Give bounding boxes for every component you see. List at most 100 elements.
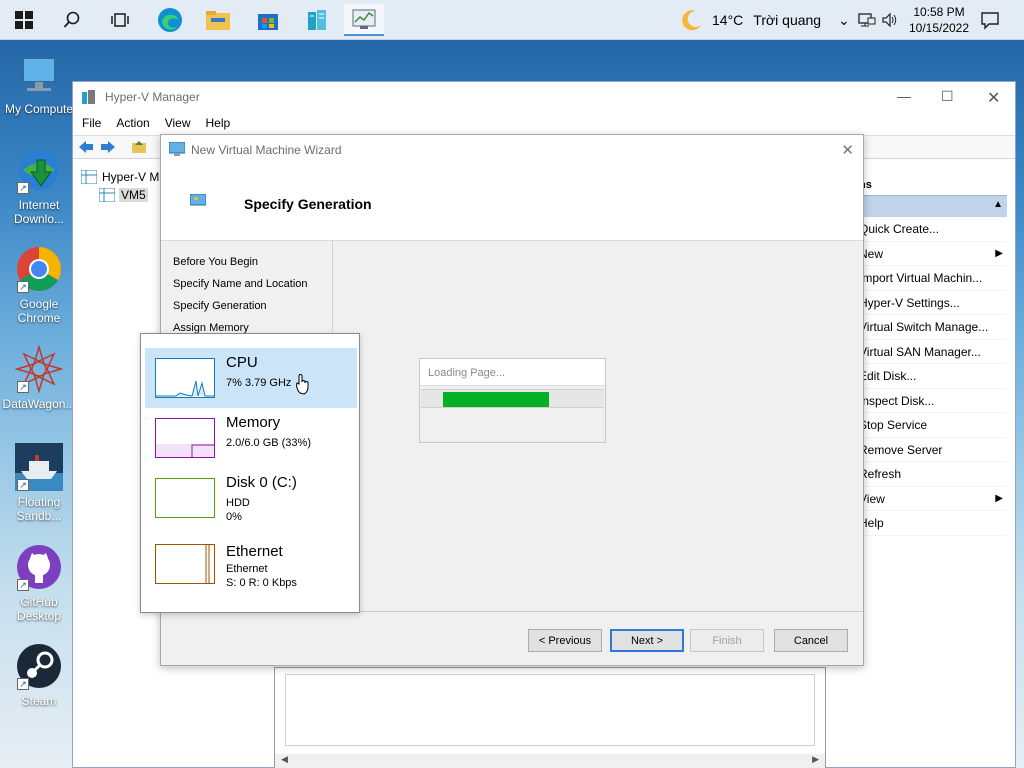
hyperv-title-bar[interactable]: Hyper-V Manager — ☐ ✕ xyxy=(73,82,1015,112)
desktop-icon-my-computer[interactable]: My Compute xyxy=(0,50,78,116)
perf-item-ethernet[interactable]: Ethernet Ethernet S: 0 R: 0 Kbps xyxy=(145,534,357,594)
close-button[interactable]: ✕ xyxy=(987,88,1000,108)
volume-icon[interactable] xyxy=(881,12,899,28)
maximize-button[interactable]: ☐ xyxy=(941,88,954,105)
minimize-button[interactable]: — xyxy=(897,88,911,104)
taskbar: 14°C Trời quang ⌄ 10:58 PM 10/15/2022 xyxy=(0,0,1024,40)
wizard-header: Specify Generation xyxy=(161,165,863,241)
forward-arrow-icon[interactable] xyxy=(100,140,116,154)
memory-graph xyxy=(155,418,215,458)
actions-section-bar[interactable]: ▲ xyxy=(859,195,1007,217)
weather-temp: 14°C xyxy=(712,12,744,28)
step-generation[interactable]: Specify Generation xyxy=(173,300,267,312)
wizard-title: New Virtual Machine Wizard xyxy=(191,143,342,157)
steam-icon: ↗ xyxy=(15,642,63,690)
shortcut-arrow-icon: ↗ xyxy=(17,381,29,393)
action-import-vm[interactable]: Import Virtual Machin... xyxy=(859,266,1007,291)
search-button[interactable] xyxy=(52,4,92,36)
desktop-icon-github-desktop[interactable]: ↗ GitHub Desktop xyxy=(0,543,78,623)
wizard-footer: < Previous Next > Finish Cancel xyxy=(161,611,863,665)
details-area xyxy=(285,674,815,746)
action-help[interactable]: Help xyxy=(859,511,1007,536)
windows-logo-icon xyxy=(15,11,33,29)
step-name-location[interactable]: Specify Name and Location xyxy=(173,278,308,290)
back-arrow-icon[interactable] xyxy=(78,140,94,154)
menu-action[interactable]: Action xyxy=(116,116,149,130)
submenu-arrow-icon: ▶ xyxy=(995,492,1003,504)
action-remove-server[interactable]: Remove Server xyxy=(859,438,1007,462)
menu-help[interactable]: Help xyxy=(206,116,231,130)
clock-date: 10/15/2022 xyxy=(908,21,970,35)
desktop-icon-chrome[interactable]: ↗ Google Chrome xyxy=(0,245,78,325)
horizontal-scrollbar[interactable]: ◀ ▶ xyxy=(275,754,825,768)
server-icon xyxy=(99,188,115,202)
action-hyperv-settings[interactable]: Hyper-V Settings... xyxy=(859,291,1007,315)
chevron-up-icon[interactable]: ⌄ xyxy=(838,12,850,29)
collapse-arrow-icon[interactable]: ▲ xyxy=(993,199,1003,210)
idm-icon: ↗ xyxy=(15,146,63,194)
action-new[interactable]: New ▶ xyxy=(859,242,1007,266)
tree-root[interactable]: Hyper-V M xyxy=(81,168,159,186)
menu-view[interactable]: View xyxy=(165,116,191,130)
previous-button[interactable]: < Previous xyxy=(528,629,602,652)
action-view[interactable]: View ▶ xyxy=(859,487,1007,511)
perf-detail: 7% 3.79 GHz xyxy=(226,377,292,389)
next-button[interactable]: Next > xyxy=(610,629,684,652)
perf-name: Ethernet xyxy=(226,543,283,560)
action-edit-disk[interactable]: Edit Disk... xyxy=(859,364,1007,389)
actions-pane: ns ▲ Quick Create... New ▶ Import Virtual… xyxy=(859,175,1007,536)
wizard-title-bar[interactable]: New Virtual Machine Wizard ✕ xyxy=(161,135,863,165)
tree-vm5[interactable]: VM5 xyxy=(99,186,159,204)
up-folder-icon[interactable] xyxy=(131,140,147,154)
network-icon[interactable] xyxy=(858,12,876,28)
clock[interactable]: 10:58 PM 10/15/2022 xyxy=(906,4,972,36)
shortcut-arrow-icon: ↗ xyxy=(17,479,29,491)
desktop-icon-internet-download[interactable]: ↗ Internet Downlo... xyxy=(0,146,78,226)
edge-taskbar-button[interactable] xyxy=(150,4,190,36)
perf-item-memory[interactable]: Memory 2.0/6.0 GB (33%) xyxy=(145,408,357,468)
hyperv-taskbar-button[interactable] xyxy=(297,4,337,36)
ethernet-graph xyxy=(155,544,215,584)
desktop-icon-label: Internet Downlo... xyxy=(13,198,65,226)
loading-progress-fill xyxy=(443,392,549,407)
action-inspect-disk[interactable]: Inspect Disk... xyxy=(859,389,1007,413)
cpu-graph xyxy=(155,358,215,398)
finish-button[interactable]: Finish xyxy=(690,629,764,652)
perf-name: Disk 0 (C:) xyxy=(226,474,297,491)
details-pane: ◀ ▶ xyxy=(274,667,826,768)
hyperv-node-icon xyxy=(81,170,97,184)
mouse-cursor-icon xyxy=(296,374,309,395)
start-button[interactable] xyxy=(4,4,44,36)
disk-graph xyxy=(155,478,215,518)
action-quick-create[interactable]: Quick Create... xyxy=(859,217,1007,242)
task-view-button[interactable] xyxy=(100,4,140,36)
wizard-heading: Specify Generation xyxy=(244,196,372,212)
action-stop-service[interactable]: Stop Service xyxy=(859,413,1007,438)
weather-widget[interactable]: 14°C Trời quang xyxy=(680,0,821,40)
wizard-close-icon[interactable]: ✕ xyxy=(841,141,854,159)
desktop-icon-datawagon[interactable]: ↗ DataWagon... xyxy=(0,344,78,411)
shortcut-arrow-icon: ↗ xyxy=(17,281,29,293)
menu-file[interactable]: File xyxy=(82,116,101,130)
ship-icon: ↗ xyxy=(15,443,63,491)
action-virtual-san[interactable]: Virtual SAN Manager... xyxy=(859,340,1007,364)
cancel-button[interactable]: Cancel xyxy=(774,629,848,652)
perf-item-disk[interactable]: Disk 0 (C:) HDD 0% xyxy=(145,468,357,528)
action-refresh[interactable]: Refresh xyxy=(859,462,1007,487)
step-before-you-begin[interactable]: Before You Begin xyxy=(173,256,258,268)
file-explorer-taskbar-button[interactable] xyxy=(198,4,238,36)
desktop-icon-floating-sandbox[interactable]: ↗ Floating Sandb... xyxy=(0,443,78,523)
notifications-button[interactable] xyxy=(980,10,1000,33)
perf-detail: 2.0/6.0 GB (33%) xyxy=(226,437,311,449)
task-manager-icon xyxy=(352,9,376,29)
desktop-icon-label: Google Chrome xyxy=(17,297,61,325)
desktop-icon-label: Floating Sandb... xyxy=(16,495,62,523)
taskmgr-taskbar-button[interactable] xyxy=(344,4,384,36)
desktop-icon-steam[interactable]: ↗ Steam xyxy=(0,642,78,708)
scroll-left-icon[interactable]: ◀ xyxy=(281,754,288,765)
edge-icon xyxy=(158,8,182,32)
store-taskbar-button[interactable] xyxy=(248,4,288,36)
action-virtual-switch[interactable]: Virtual Switch Manage... xyxy=(859,315,1007,340)
scroll-right-icon[interactable]: ▶ xyxy=(812,754,819,765)
perf-item-cpu[interactable]: CPU 7% 3.79 GHz xyxy=(145,348,357,408)
